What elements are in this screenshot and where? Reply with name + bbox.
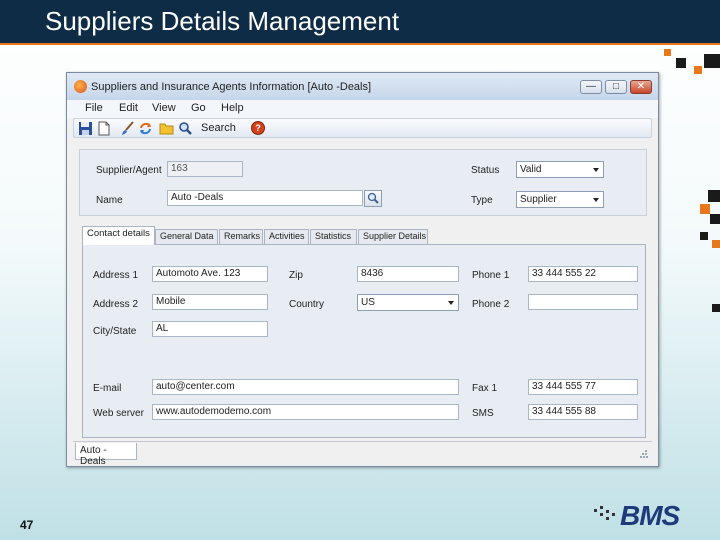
contact-details-panel: Address 1 Automoto Ave. 123 Address 2 Mo… (82, 244, 646, 438)
window-title: Suppliers and Insurance Agents Informati… (91, 81, 372, 93)
name-search-button[interactable] (364, 190, 382, 207)
page-number: 47 (20, 518, 34, 532)
toolbar: Search ? (73, 118, 652, 138)
search-icon[interactable] (178, 121, 193, 136)
chevron-down-icon (448, 301, 454, 305)
tab-activities[interactable]: Activities (264, 229, 309, 244)
header-panel: Supplier/Agent 163 Name Auto -Deals Stat… (79, 149, 647, 216)
name-label: Name (96, 195, 123, 206)
decorative-square (700, 204, 710, 214)
fax1-label: Fax 1 (472, 383, 498, 394)
phone1-label: Phone 1 (472, 270, 510, 281)
country-select[interactable]: US (357, 294, 459, 311)
zip-label: Zip (289, 270, 303, 281)
phone2-field[interactable] (528, 294, 638, 310)
refresh-icon[interactable] (138, 121, 153, 136)
chevron-down-icon (593, 168, 599, 172)
decorative-square (710, 214, 720, 224)
slide-title: Suppliers Details Management (45, 6, 400, 36)
decorative-square (708, 190, 720, 202)
status-label: Status (471, 165, 500, 176)
address1-field[interactable]: Automoto Ave. 123 (152, 266, 268, 282)
tab-statistics[interactable]: Statistics (310, 229, 357, 244)
city-state-field[interactable]: AL (152, 321, 268, 337)
search-icon (367, 192, 379, 204)
close-button[interactable]: ✕ (630, 80, 652, 94)
bottom-tab-strip: Auto -Deals (73, 441, 652, 467)
tab-general-data[interactable]: General Data (155, 229, 218, 244)
email-label: E-mail (93, 383, 122, 394)
help-icon[interactable]: ? (251, 121, 265, 135)
app-icon (74, 80, 87, 93)
phone2-label: Phone 2 (472, 299, 510, 310)
status-value: Valid (520, 164, 542, 175)
resize-grip-icon[interactable] (640, 450, 648, 458)
bms-logo: BMS (620, 500, 680, 531)
fax1-field[interactable]: 33 444 555 77 (528, 379, 638, 395)
maximize-button[interactable]: □ (605, 80, 627, 94)
tab-remarks[interactable]: Remarks (219, 229, 263, 244)
email-field[interactable]: auto@center.com (152, 379, 459, 395)
type-select[interactable]: Supplier (516, 191, 604, 208)
country-value: US (361, 297, 375, 308)
search-button-label[interactable]: Search (201, 122, 236, 134)
save-icon[interactable] (78, 121, 93, 136)
decorative-square (676, 58, 686, 68)
tab-contact-details[interactable]: Contact details (82, 226, 155, 245)
address2-field[interactable]: Mobile (152, 294, 268, 310)
slide-header: Suppliers Details Management (0, 0, 720, 45)
bottom-tab-auto-deals[interactable]: Auto -Deals (75, 443, 137, 467)
new-document-icon[interactable] (96, 121, 111, 136)
country-label: Country (289, 299, 325, 310)
menu-edit[interactable]: Edit (119, 102, 138, 114)
web-server-field[interactable]: www.autodemodemo.com (152, 404, 459, 420)
title-bar[interactable]: Suppliers and Insurance Agents Informati… (67, 73, 658, 100)
decorative-square (664, 49, 671, 56)
web-server-label: Web server (93, 408, 144, 419)
folder-icon[interactable] (159, 121, 174, 136)
decorative-square (700, 232, 708, 240)
supplier-agent-label: Supplier/Agent (96, 165, 162, 176)
menu-help[interactable]: Help (221, 102, 244, 114)
supplier-agent-field[interactable]: 163 (167, 161, 243, 177)
sms-label: SMS (472, 408, 494, 419)
decorative-square (712, 240, 720, 248)
app-window: Suppliers and Insurance Agents Informati… (66, 72, 659, 467)
tab-supplier-details[interactable]: Supplier Details (358, 229, 428, 244)
phone1-field[interactable]: 33 444 555 22 (528, 266, 638, 282)
decorative-square (694, 66, 702, 74)
decorative-square (712, 304, 720, 312)
sms-field[interactable]: 33 444 555 88 (528, 404, 638, 420)
brush-icon[interactable] (120, 121, 135, 136)
status-select[interactable]: Valid (516, 161, 604, 178)
address1-label: Address 1 (93, 270, 139, 281)
name-field[interactable]: Auto -Deals (167, 190, 363, 206)
menu-view[interactable]: View (152, 102, 176, 114)
menu-file[interactable]: File (85, 102, 103, 114)
zip-field[interactable]: 8436 (357, 266, 459, 282)
decorative-square (704, 54, 720, 68)
menu-go[interactable]: Go (191, 102, 206, 114)
address2-label: Address 2 (93, 299, 139, 310)
city-state-label: City/State (93, 326, 137, 337)
type-value: Supplier (520, 194, 557, 205)
menu-bar: File Edit View Go Help (67, 100, 658, 118)
minimize-button[interactable]: — (580, 80, 602, 94)
chevron-down-icon (593, 198, 599, 202)
type-label: Type (471, 195, 493, 206)
